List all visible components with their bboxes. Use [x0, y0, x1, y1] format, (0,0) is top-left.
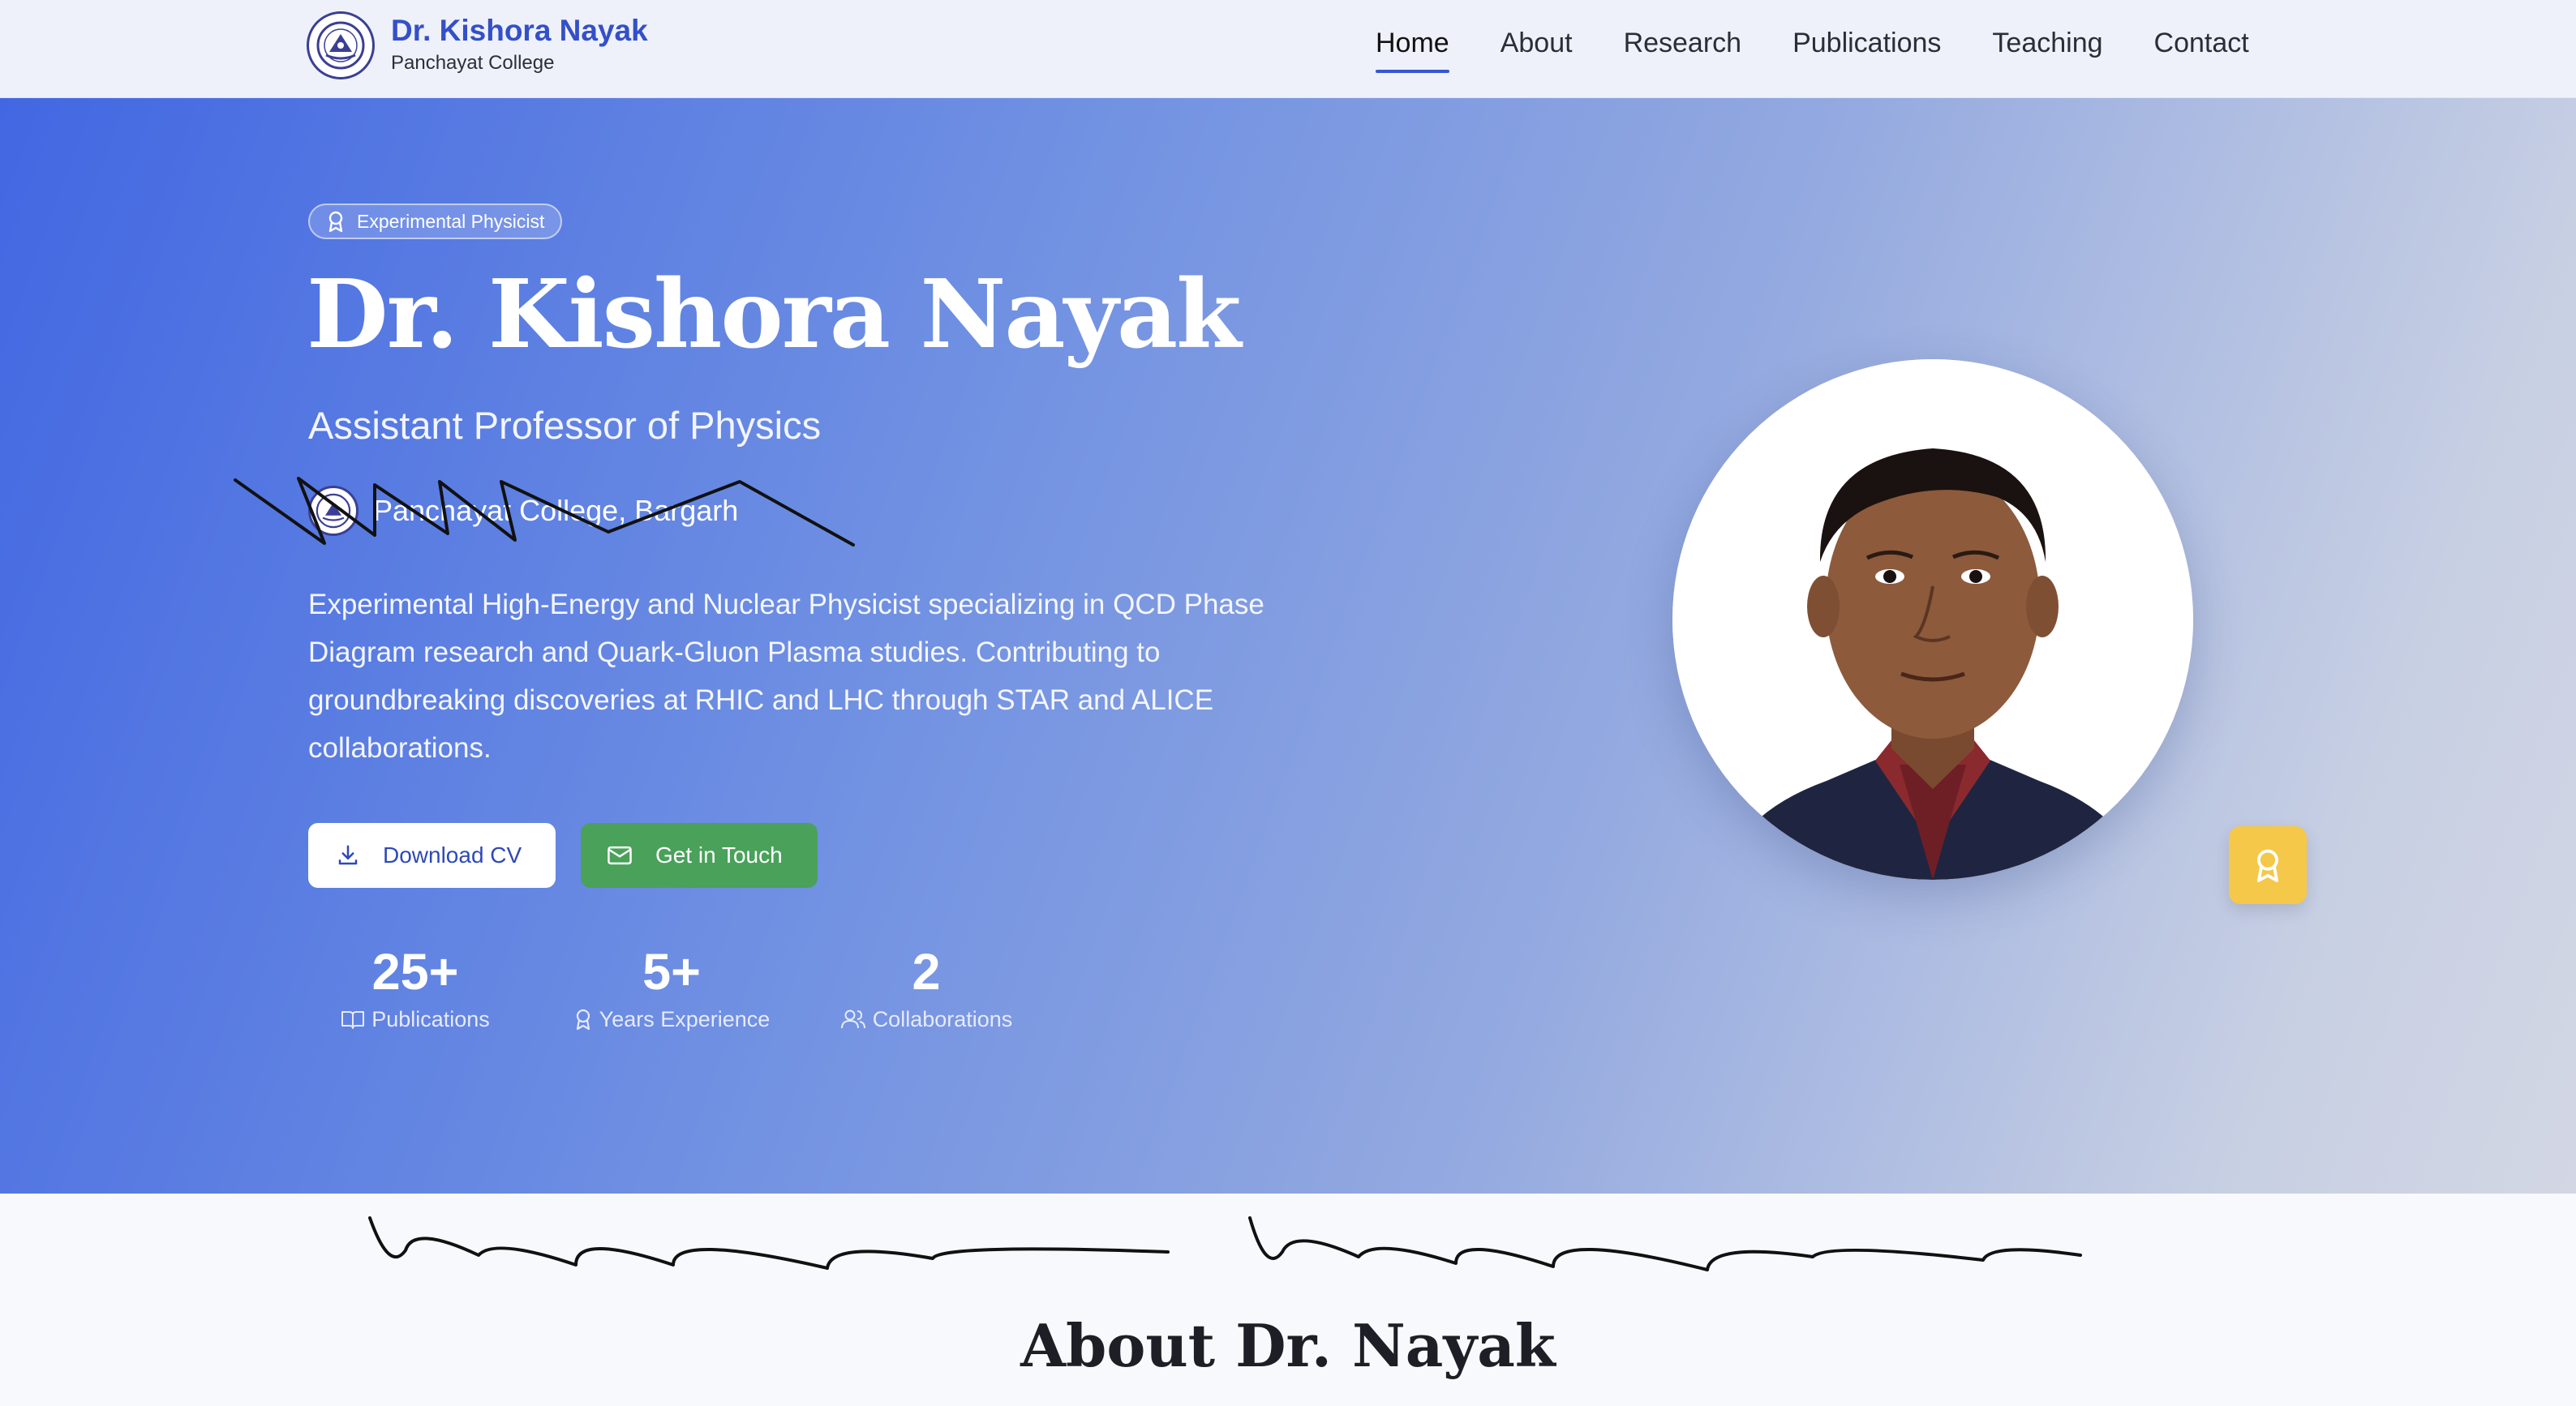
nav-teaching[interactable]: Teaching: [1992, 21, 2102, 71]
book-icon: [341, 1011, 365, 1029]
award-icon: [328, 211, 343, 233]
mail-icon: [608, 846, 632, 865]
role-badge: Experimental Physicist: [308, 204, 563, 239]
award-icon: [576, 1009, 590, 1031]
award-icon: [2257, 849, 2278, 882]
profile-photo: [1672, 359, 2193, 880]
stat-label: Years Experience: [599, 1007, 771, 1031]
stat-label: Publications: [371, 1007, 490, 1031]
brand-name: Dr. Kishora Nayak: [391, 14, 648, 47]
achievements-button[interactable]: [2229, 826, 2307, 904]
main-nav: Home About Research Publications Teachin…: [1376, 21, 2300, 73]
stat-publications: 25+ Publications: [334, 941, 496, 1035]
stat-value: 2: [912, 944, 941, 1001]
top-navbar: Dr. Kishora Nayak Panchayat College Home…: [0, 0, 2576, 98]
about-section-title: About Dr. Nayak: [1020, 1311, 1556, 1380]
college-logo-icon: [308, 486, 358, 536]
pen-scribble-mark: [368, 1216, 1170, 1270]
pen-scribble-mark: [1248, 1216, 2082, 1271]
hero-title: Dr. Kishora Nayak: [307, 259, 1242, 370]
get-in-touch-label: Get in Touch: [655, 842, 783, 868]
nav-publications[interactable]: Publications: [1792, 21, 1941, 71]
stat-value: 5+: [642, 944, 701, 1001]
hero-description: Experimental High-Energy and Nuclear Phy…: [308, 589, 1264, 764]
brand-subtitle: Panchayat College: [391, 52, 555, 74]
brand[interactable]: Dr. Kishora Nayak Panchayat College: [307, 11, 648, 79]
stat-label: Collaborations: [872, 1007, 1013, 1031]
download-cv-button[interactable]: Download CV: [308, 823, 556, 888]
get-in-touch-button[interactable]: Get in Touch: [581, 823, 818, 888]
nav-about[interactable]: About: [1501, 21, 1573, 71]
college-logo-icon: [307, 11, 375, 79]
stat-years-experience: 5+ Years Experience: [560, 941, 784, 1035]
download-cv-label: Download CV: [383, 842, 522, 868]
hero-section: Experimental Physicist Dr. Kishora Nayak…: [0, 98, 2576, 1194]
hero-role: Assistant Professor of Physics: [308, 404, 822, 447]
badge-label: Experimental Physicist: [357, 210, 545, 232]
stat-value: 25+: [371, 944, 459, 1001]
stat-collaborations: 2 Collaborations: [831, 941, 1022, 1035]
institution: Panchayat College, Bargarh: [308, 486, 738, 536]
institution-name: Panchayat College, Bargarh: [373, 494, 739, 527]
nav-contact[interactable]: Contact: [2154, 21, 2249, 71]
nav-home[interactable]: Home: [1376, 21, 1449, 73]
users-icon: [840, 1009, 865, 1029]
download-icon: [338, 845, 358, 865]
nav-research[interactable]: Research: [1624, 21, 1742, 71]
